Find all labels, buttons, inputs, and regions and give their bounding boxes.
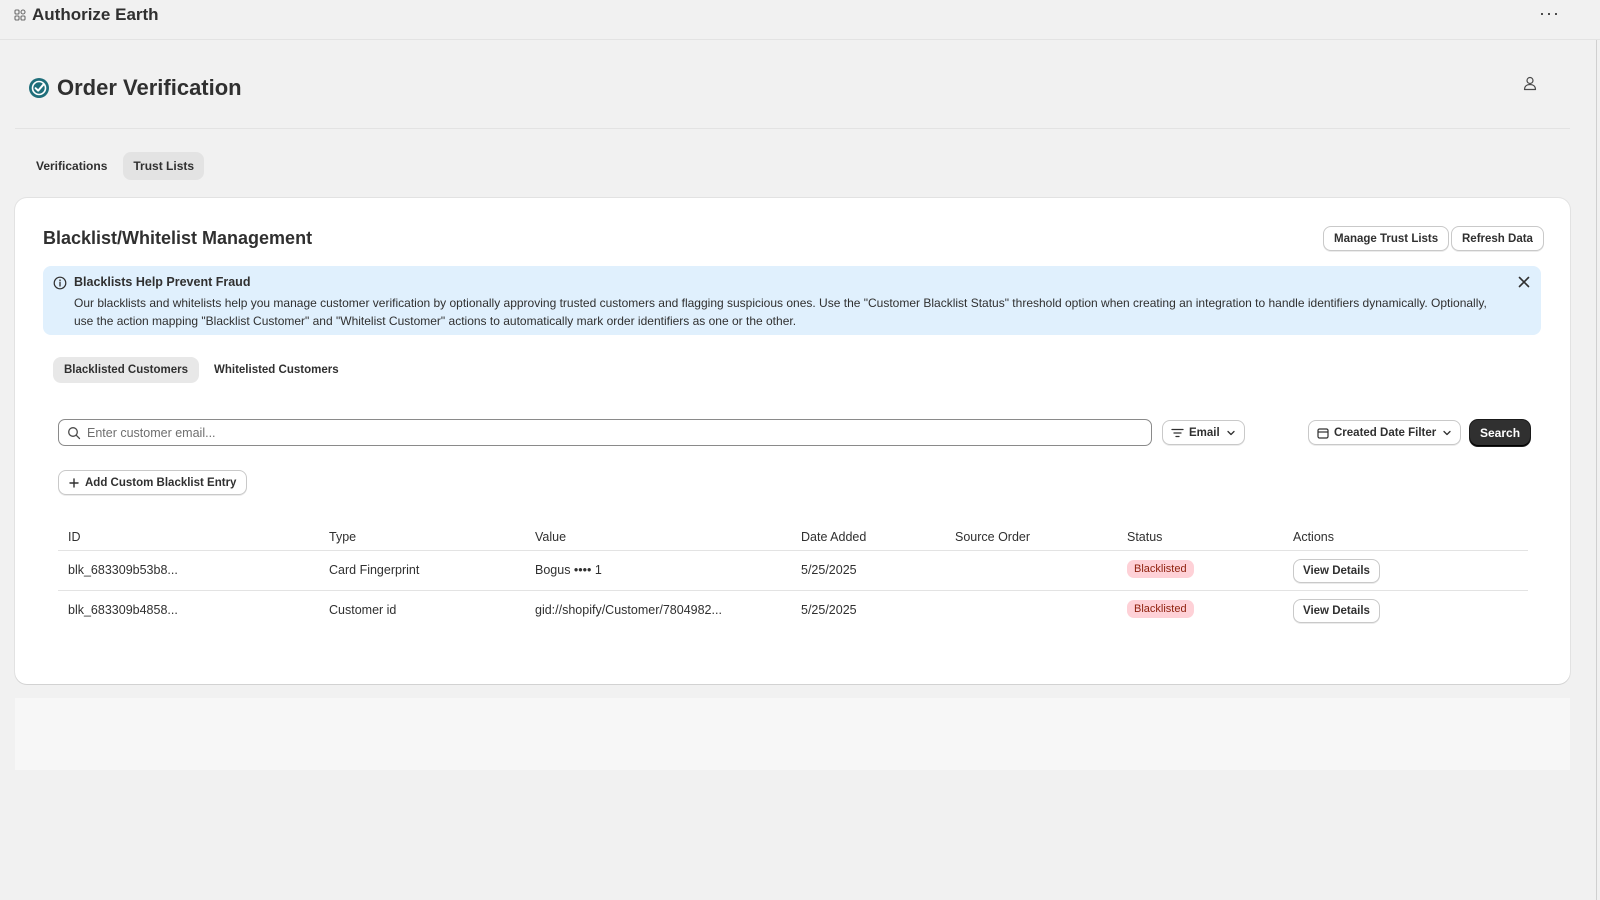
- date-filter-label: Created Date Filter: [1334, 426, 1437, 439]
- search-button[interactable]: Search: [1470, 420, 1531, 446]
- column-header-date-added: Date Added: [801, 530, 867, 544]
- banner-title: Blacklists Help Prevent Fraud: [74, 275, 251, 289]
- column-header-source-order: Source Order: [955, 530, 1031, 544]
- blacklist-table: ID Type Value Date Added Source Order St…: [58, 518, 1528, 631]
- main-tabs: Verifications Trust Lists: [26, 152, 205, 180]
- cell-date-added: 5/25/2025: [801, 563, 857, 577]
- column-header-actions: Actions: [1293, 530, 1334, 544]
- cell-type: Customer id: [329, 603, 397, 617]
- info-icon: [53, 276, 67, 290]
- page-header: Order Verification: [28, 72, 242, 104]
- card-title: Blacklist/Whitelist Management: [43, 228, 313, 248]
- add-custom-blacklist-entry-button[interactable]: Add Custom Blacklist Entry: [58, 470, 248, 495]
- column-header-value: Value: [535, 530, 567, 544]
- trust-lists-card: Blacklist/Whitelist Management Manage Tr…: [15, 198, 1570, 684]
- column-header-id: ID: [68, 530, 81, 544]
- plus-icon: [69, 477, 79, 488]
- table-row: blk_683309b53b8... Card Fingerprint Bogu…: [58, 551, 1528, 591]
- verified-check-icon: [29, 78, 49, 98]
- footer-area: [15, 698, 1570, 770]
- calendar-icon: [1317, 427, 1329, 439]
- app-title: Authorize Earth: [32, 5, 159, 24]
- tab-trust-lists[interactable]: Trust Lists: [123, 152, 205, 180]
- search-input[interactable]: [87, 421, 1142, 444]
- tab-verifications[interactable]: Verifications: [26, 152, 117, 180]
- filter-label: Email: [1189, 426, 1220, 439]
- cell-id: blk_683309b4858...: [68, 603, 178, 617]
- cell-value: Bogus •••• 1: [535, 563, 602, 577]
- status-badge: Blacklisted: [1127, 560, 1194, 578]
- page-title: Order Verification: [57, 75, 242, 100]
- scrollbar[interactable]: [1596, 40, 1597, 900]
- view-details-button[interactable]: View Details: [1293, 599, 1380, 623]
- chevron-down-icon: [1227, 430, 1235, 435]
- cell-type: Card Fingerprint: [329, 563, 420, 577]
- status-badge: Blacklisted: [1127, 600, 1194, 618]
- column-header-type: Type: [329, 530, 357, 544]
- created-date-filter-dropdown[interactable]: Created Date Filter: [1308, 420, 1462, 445]
- top-bar: Authorize Earth ···: [0, 0, 1600, 40]
- search-field: [58, 419, 1152, 446]
- table-header: ID Type Value Date Added Source Order St…: [58, 518, 1528, 551]
- filter-icon: [1171, 428, 1184, 437]
- chevron-down-icon: [1443, 430, 1451, 435]
- table-row: blk_683309b4858... Customer id gid://sho…: [58, 591, 1528, 631]
- cell-id: blk_683309b53b8...: [68, 563, 178, 577]
- column-header-status: Status: [1127, 530, 1163, 544]
- app-grid-icon: [14, 9, 26, 21]
- close-icon[interactable]: [1516, 274, 1532, 290]
- tab-whitelisted-customers[interactable]: Whitelisted Customers: [203, 357, 350, 383]
- list-tabs: Blacklisted Customers Whitelisted Custom…: [53, 357, 350, 383]
- tab-blacklisted-customers[interactable]: Blacklisted Customers: [53, 357, 199, 383]
- view-details-button[interactable]: View Details: [1293, 559, 1380, 583]
- cell-date-added: 5/25/2025: [801, 603, 857, 617]
- search-icon: [68, 427, 81, 440]
- add-entry-label: Add Custom Blacklist Entry: [85, 476, 237, 489]
- more-actions-icon[interactable]: ···: [1539, 3, 1560, 24]
- refresh-data-button[interactable]: Refresh Data: [1451, 226, 1544, 251]
- cell-value: gid://shopify/Customer/7804982...: [535, 603, 722, 617]
- info-banner: Blacklists Help Prevent Fraud Our blackl…: [43, 266, 1541, 335]
- banner-text: Our blacklists and whitelists help you m…: [74, 296, 1487, 328]
- search-field-filter-dropdown[interactable]: Email: [1162, 420, 1245, 445]
- header-divider: [15, 128, 1570, 129]
- user-account-icon[interactable]: [1522, 75, 1538, 91]
- manage-trust-lists-button[interactable]: Manage Trust Lists: [1323, 226, 1450, 251]
